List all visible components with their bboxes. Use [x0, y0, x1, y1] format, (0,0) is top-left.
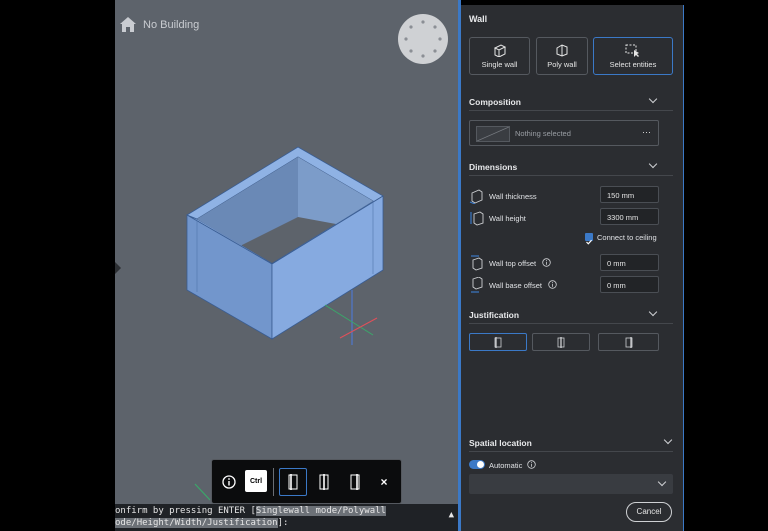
- more-options-icon[interactable]: ···: [642, 127, 651, 137]
- panel-border: [683, 5, 684, 531]
- wall-base-offset-icon: [471, 277, 483, 293]
- composition-header[interactable]: Composition: [469, 97, 521, 107]
- poly-wall-button[interactable]: Poly wall: [536, 37, 588, 75]
- ctrl-key-hint[interactable]: Ctrl: [245, 470, 267, 492]
- command-line[interactable]: onfirm by pressing ENTER [Singlewall mod…: [115, 504, 458, 531]
- wall-top-offset-label: Wall top offset: [489, 259, 537, 268]
- justification-right-button[interactable]: [598, 333, 659, 351]
- justify-right-icon: [350, 474, 360, 490]
- dimensions-header[interactable]: Dimensions: [469, 162, 517, 172]
- justify-left-button[interactable]: [279, 468, 307, 496]
- floating-wall-toolbar: Ctrl ×: [211, 459, 402, 504]
- checkmark-icon: [586, 239, 593, 245]
- justify-center-icon: [319, 474, 329, 490]
- justify-left-icon: [288, 474, 298, 490]
- single-wall-icon: [493, 44, 506, 57]
- spatial-location-dropdown[interactable]: [469, 474, 673, 494]
- wall-height-icon: [470, 211, 484, 226]
- wall-properties-panel: Wall Single wall Poly wall Select entiti…: [461, 5, 683, 531]
- connect-to-ceiling-checkbox[interactable]: [585, 233, 593, 245]
- select-entities-button[interactable]: Select entities: [593, 37, 673, 75]
- justify-center-button[interactable]: [311, 469, 337, 495]
- wall-thickness-label: Wall thickness: [489, 192, 537, 201]
- chevron-down-icon[interactable]: [663, 435, 673, 445]
- command-history-toggle[interactable]: ▲: [449, 510, 454, 521]
- divider: [469, 175, 673, 176]
- justify-center-icon: [557, 337, 565, 348]
- single-wall-button[interactable]: Single wall: [469, 37, 530, 75]
- viewport-3d[interactable]: No Building Ctrl ×: [115, 0, 458, 504]
- chevron-down-icon[interactable]: [648, 94, 658, 104]
- wall-base-offset-label: Wall base offset: [489, 281, 542, 290]
- wall-thickness-icon: [469, 189, 483, 204]
- chevron-down-icon: [657, 477, 667, 487]
- spatial-location-header[interactable]: Spatial location: [469, 438, 532, 448]
- poly-wall-icon: [556, 44, 568, 57]
- wall-top-offset-input[interactable]: 0 mm: [600, 254, 659, 271]
- composition-value: Nothing selected: [515, 129, 571, 138]
- panel-title: Wall: [469, 14, 488, 24]
- wall-model[interactable]: [115, 0, 458, 504]
- wall-top-offset-icon: [471, 255, 483, 271]
- automatic-label: Automatic: [489, 461, 523, 470]
- divider: [469, 110, 673, 111]
- select-entities-icon: [625, 44, 639, 57]
- info-icon: [222, 475, 236, 489]
- justification-center-button[interactable]: [532, 333, 590, 351]
- composition-selector[interactable]: Nothing selected ···: [469, 120, 659, 146]
- info-icon[interactable]: [527, 460, 536, 469]
- automatic-toggle[interactable]: [469, 460, 485, 469]
- command-prompt-line1: onfirm by pressing ENTER [Singlewall mod…: [115, 506, 386, 516]
- divider: [469, 451, 673, 452]
- justification-left-button[interactable]: [469, 333, 527, 351]
- chevron-down-icon[interactable]: [648, 307, 658, 317]
- chevron-down-icon[interactable]: [648, 159, 658, 169]
- info-button[interactable]: [216, 469, 242, 495]
- close-toolbar-button[interactable]: ×: [371, 469, 397, 495]
- justify-right-icon: [625, 337, 632, 348]
- justify-left-icon: [494, 337, 502, 348]
- toolbar-divider: [273, 468, 274, 496]
- wall-height-label: Wall height: [489, 214, 526, 223]
- wall-base-offset-input[interactable]: 0 mm: [600, 276, 659, 293]
- composition-preview: [476, 126, 510, 142]
- option-key-j[interactable]: J: [207, 518, 213, 528]
- cancel-button[interactable]: Cancel: [626, 502, 672, 522]
- info-icon[interactable]: [542, 258, 551, 267]
- justification-header[interactable]: Justification: [469, 310, 519, 320]
- toggle-knob: [477, 461, 484, 468]
- justify-right-button[interactable]: [342, 469, 368, 495]
- wall-height-input[interactable]: 3300 mm: [600, 208, 659, 225]
- divider: [469, 323, 673, 324]
- wall-thickness-input[interactable]: 150 mm: [600, 186, 659, 203]
- connect-to-ceiling-label: Connect to ceiling: [597, 233, 657, 242]
- command-prompt-line2: ode/Height/Width/Justification]:: [115, 518, 289, 528]
- info-icon[interactable]: [548, 280, 557, 289]
